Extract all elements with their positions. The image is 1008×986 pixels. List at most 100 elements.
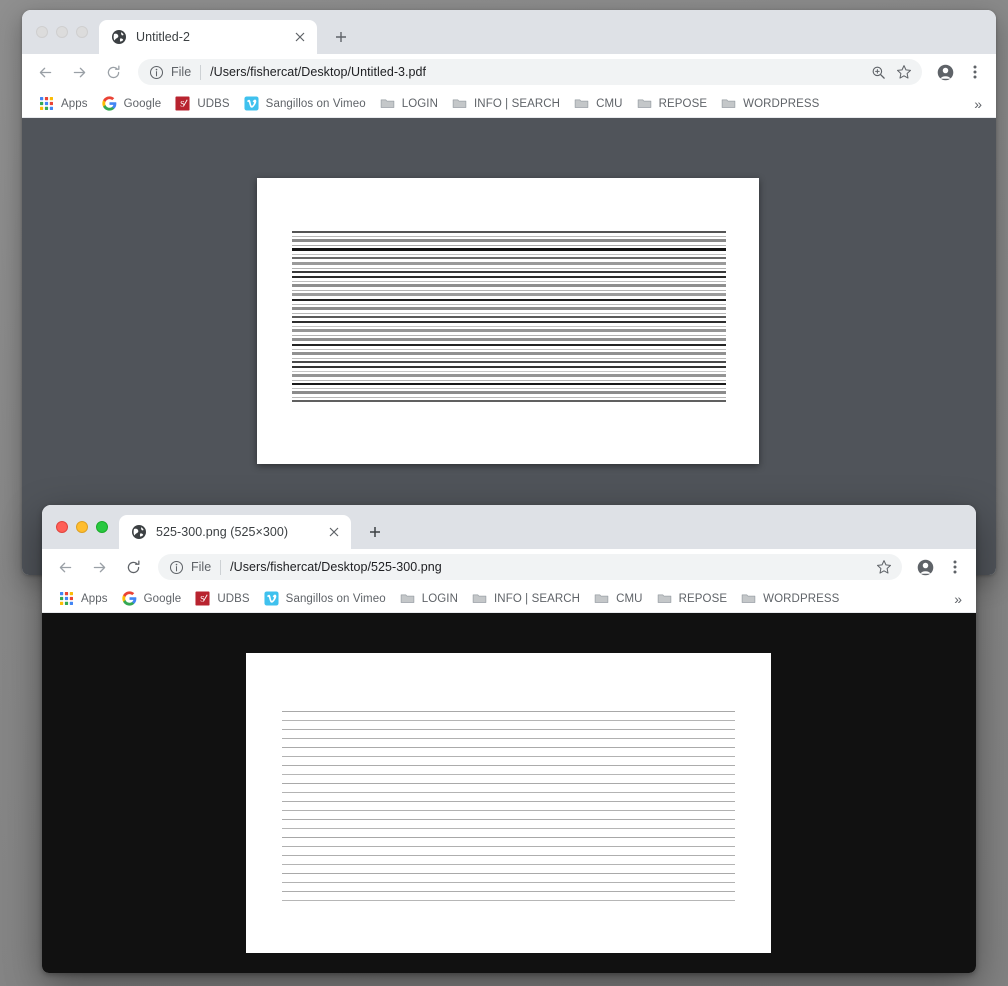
info-icon[interactable] [169, 560, 184, 575]
horizontal-rule [292, 338, 726, 341]
horizontal-rule [282, 846, 735, 847]
reload-icon[interactable] [99, 58, 127, 86]
bookmark-label: LOGIN [401, 97, 439, 110]
bookmark-info-search[interactable]: INFO | SEARCH [445, 93, 567, 115]
horizontal-rule [292, 391, 726, 394]
svg-text:S: S [180, 98, 185, 108]
minimize-window-button[interactable] [76, 521, 88, 533]
window-controls [22, 10, 99, 54]
folder-icon [452, 96, 468, 112]
bookmarks-overflow-button[interactable]: » [970, 95, 986, 113]
bookmark-wordpress[interactable]: WORDPRESS [734, 588, 846, 610]
bookmark-login[interactable]: LOGIN [373, 93, 445, 115]
horizontal-rule [282, 792, 735, 793]
bookmark-google[interactable]: Google [95, 93, 169, 115]
vimeo-icon [264, 590, 280, 607]
info-icon[interactable] [149, 65, 164, 80]
divider [220, 559, 222, 575]
image-viewer[interactable] [42, 613, 976, 973]
bookmark-udbs[interactable]: S UDBS [188, 588, 256, 610]
bookmark-label: REPOSE [658, 97, 708, 110]
folder-icon [574, 96, 590, 112]
maximize-window-button[interactable] [76, 26, 88, 38]
tab-525-300-png[interactable]: 525-300.png (525×300) [119, 515, 351, 549]
horizontal-rule [282, 801, 735, 802]
horizontal-rule [282, 891, 735, 892]
bookmark-login[interactable]: LOGIN [393, 588, 465, 610]
bookmark-repose[interactable]: REPOSE [630, 93, 715, 115]
horizontal-rule [282, 783, 735, 784]
bookmark-label: WORDPRESS [743, 97, 820, 110]
bookmark-info-search[interactable]: INFO | SEARCH [465, 588, 587, 610]
address-bar[interactable]: File /Users/fishercat/Desktop/525-300.pn… [158, 554, 902, 580]
close-icon[interactable] [291, 28, 309, 46]
address-bar[interactable]: File /Users/fishercat/Desktop/Untitled-3… [138, 59, 922, 85]
profile-avatar-icon[interactable] [932, 59, 958, 85]
udbs-icon: S [175, 95, 191, 112]
close-window-button[interactable] [36, 26, 48, 38]
star-icon[interactable] [892, 60, 916, 84]
browser-window-image[interactable]: 525-300.png (525×300) File /Users/fisher… [42, 505, 976, 973]
horizontal-rule [292, 236, 726, 237]
bookmark-cmu[interactable]: CMU [567, 93, 630, 115]
horizontal-rule [282, 774, 735, 775]
back-arrow-icon[interactable] [51, 553, 79, 581]
bookmark-udbs[interactable]: S UDBS [168, 93, 236, 115]
zoom-in-icon[interactable] [866, 60, 890, 84]
star-icon[interactable] [872, 555, 896, 579]
forward-arrow-icon[interactable] [65, 58, 93, 86]
bookmark-wordpress[interactable]: WORDPRESS [714, 93, 826, 115]
horizontal-rule [292, 380, 726, 381]
horizontal-rule [292, 304, 726, 305]
bookmark-sangillos-on-vimeo[interactable]: Sangillos on Vimeo [257, 588, 393, 610]
bookmarks-overflow-button[interactable]: » [950, 590, 966, 608]
url-text: /Users/fishercat/Desktop/Untitled-3.pdf [210, 65, 427, 79]
new-tab-button[interactable] [327, 23, 355, 51]
bookmark-label: INFO | SEARCH [474, 97, 561, 110]
horizontal-rule [292, 366, 726, 368]
pdf-rule-stack [292, 231, 726, 405]
bookmark-google[interactable]: Google [115, 588, 189, 610]
horizontal-rule [292, 239, 726, 242]
horizontal-rule [292, 397, 726, 398]
bookmark-cmu[interactable]: CMU [587, 588, 650, 610]
bookmark-apps[interactable]: Apps [52, 588, 115, 610]
horizontal-rule [282, 819, 735, 820]
close-window-button[interactable] [56, 521, 68, 533]
omnibox-actions [870, 555, 898, 579]
horizontal-rule [282, 882, 735, 883]
bookmark-label: UDBS [217, 592, 250, 605]
three-dot-menu-icon[interactable] [962, 59, 988, 85]
horizontal-rule [292, 388, 726, 389]
folder-icon [721, 96, 737, 112]
bookmark-apps[interactable]: Apps [32, 93, 95, 115]
horizontal-rule [292, 374, 726, 377]
horizontal-rule [292, 257, 726, 259]
horizontal-rule [292, 307, 726, 310]
image-canvas[interactable] [246, 653, 771, 953]
three-dot-menu-icon[interactable] [942, 554, 968, 580]
new-tab-button[interactable] [361, 518, 389, 546]
forward-arrow-icon[interactable] [85, 553, 113, 581]
tab-untitled-2[interactable]: Untitled-2 [99, 20, 317, 54]
back-arrow-icon[interactable] [31, 58, 59, 86]
horizontal-rule [282, 900, 735, 901]
bookmark-label: CMU [616, 592, 643, 605]
horizontal-rule [292, 262, 726, 265]
horizontal-rule [282, 747, 735, 748]
maximize-window-button[interactable] [96, 521, 108, 533]
horizontal-rule [292, 326, 726, 327]
bookmark-sangillos-on-vimeo[interactable]: Sangillos on Vimeo [237, 93, 373, 115]
google-g-icon [101, 95, 118, 112]
reload-icon[interactable] [119, 553, 147, 581]
tab-strip: Untitled-2 [22, 10, 996, 54]
profile-avatar-icon[interactable] [912, 554, 938, 580]
bookmark-repose[interactable]: REPOSE [650, 588, 735, 610]
minimize-window-button[interactable] [56, 26, 68, 38]
horizontal-rule [282, 873, 735, 874]
horizontal-rule [292, 329, 726, 332]
close-icon[interactable] [325, 523, 343, 541]
apps-grid-icon [39, 96, 55, 112]
browser-window-pdf[interactable]: Untitled-2 File /Users/fishercat/Desktop… [22, 10, 996, 575]
horizontal-rule [292, 344, 726, 346]
